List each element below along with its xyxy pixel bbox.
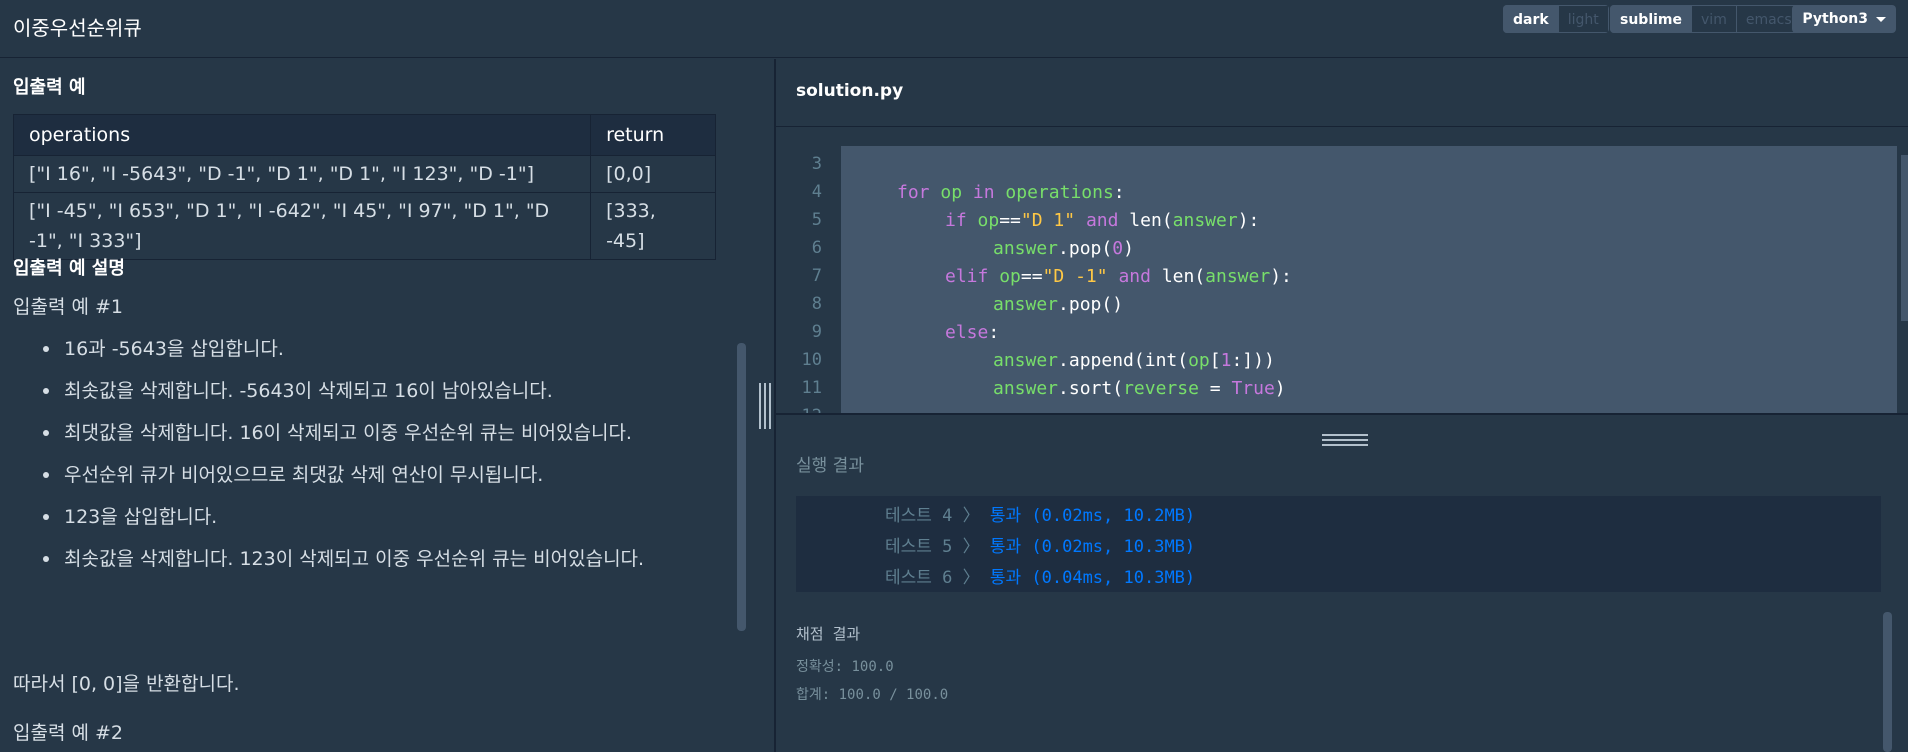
vertical-resize-handle[interactable]	[759, 383, 771, 429]
example-2-label: 입출력 예 #2	[13, 722, 124, 744]
test-result-row: 테스트 6 〉 통과 (0.04ms, 10.3MB)	[885, 568, 1196, 588]
accuracy-score: 정확성: 100.0	[796, 659, 894, 675]
io-example-table: operations return ["I 16", "I -5643", "D…	[12, 114, 716, 260]
line-number: 5	[811, 210, 822, 230]
example-1-steps: 16과 -5643을 삽입합니다. 최솟값을 삭제합니다. -5643이 삭제되…	[43, 337, 644, 589]
keymap-toggle: sublime vim emacs	[1610, 5, 1802, 33]
code-line-4: for op in operations:	[897, 182, 1125, 203]
run-result-title: 실행 결과	[796, 456, 864, 476]
file-tab-bar: solution.py	[776, 59, 1908, 127]
list-item: 최솟값을 삭제합니다. 123이 삭제되고 이중 우선순위 큐는 비어있습니다.	[43, 547, 644, 589]
code-line-6: answer.pop(0)	[993, 238, 1134, 259]
code-line-5: if op=="D 1" and len(answer):	[945, 210, 1260, 231]
grading-result-title: 채점 결과	[796, 625, 861, 643]
theme-dark-button[interactable]: dark	[1503, 5, 1559, 33]
total-score: 합계: 100.0 / 100.0	[796, 687, 949, 703]
keymap-vim-button[interactable]: vim	[1692, 5, 1737, 33]
description-scrollbar[interactable]	[737, 343, 746, 631]
language-dropdown[interactable]: Python3	[1792, 5, 1896, 33]
list-item: 우선순위 큐가 비어있으므로 최댓값 삭제 연산이 무시됩니다.	[43, 463, 644, 505]
editor-result-divider	[776, 413, 1908, 415]
theme-light-button[interactable]: light	[1558, 5, 1609, 33]
code-line-11: answer.sort(reverse = True)	[993, 378, 1286, 399]
example-1-label: 입출력 예 #1	[13, 296, 124, 318]
language-label: Python3	[1802, 11, 1868, 27]
line-number: 6	[811, 238, 822, 258]
table-row: ["I -45", "I 653", "D 1", "I -642", "I 4…	[12, 192, 716, 260]
io-explanation-heading: 입출력 예 설명	[13, 258, 125, 279]
code-editor[interactable]: 3 4 5 6 7 8 9 10 11 12 for op in operati…	[776, 128, 1908, 413]
editor-scrollbar[interactable]	[1901, 155, 1908, 321]
line-number: 12	[776, 406, 822, 413]
table-cell: [333, -45]	[590, 192, 716, 260]
io-example-heading: 입출력 예	[13, 77, 86, 98]
line-number: 4	[811, 182, 822, 202]
test-result-row: 테스트 4 〉 통과 (0.02ms, 10.2MB)	[885, 506, 1196, 526]
list-item: 최댓값을 삭제합니다. 16이 삭제되고 이중 우선순위 큐는 비어있습니다.	[43, 421, 644, 463]
table-cell: [0,0]	[590, 155, 716, 193]
table-header-return: return	[590, 114, 716, 156]
table-cell: ["I 16", "I -5643", "D -1", "D 1", "D 1"…	[12, 155, 592, 193]
example-1-result: 따라서 [0, 0]을 반환합니다.	[13, 673, 240, 695]
problem-title: 이중우선순위큐	[13, 16, 142, 40]
table-header-row: operations return	[12, 114, 716, 156]
editor-pane: solution.py 3 4 5 6 7 8 9 10 11 12 for o…	[776, 59, 1908, 752]
theme-toggle: dark light	[1503, 5, 1609, 33]
table-header-operations: operations	[12, 114, 592, 156]
top-header: 이중우선순위큐 dark light sublime vim emacs Pyt…	[0, 0, 1908, 58]
file-name: solution.py	[796, 81, 904, 101]
line-number: 11	[801, 378, 822, 398]
line-number: 10	[801, 350, 822, 370]
caret-down-icon	[1876, 17, 1886, 22]
code-line-8: answer.pop()	[993, 294, 1124, 315]
test-result-row: 테스트 5 〉 통과 (0.02ms, 10.3MB)	[885, 537, 1196, 557]
line-number: 8	[811, 294, 822, 314]
line-number: 9	[811, 322, 822, 342]
list-item: 16과 -5643을 삽입합니다.	[43, 337, 644, 379]
list-item: 최솟값을 삭제합니다. -5643이 삭제되고 16이 남아있습니다.	[43, 379, 644, 421]
list-item: 123을 삽입합니다.	[43, 505, 644, 547]
line-number: 7	[811, 266, 822, 286]
table-row: ["I 16", "I -5643", "D -1", "D 1", "D 1"…	[12, 155, 716, 193]
result-scrollbar[interactable]	[1883, 612, 1892, 752]
table-cell: ["I -45", "I 653", "D 1", "I -642", "I 4…	[12, 192, 592, 260]
line-number: 3	[811, 154, 822, 174]
keymap-sublime-button[interactable]: sublime	[1610, 5, 1693, 33]
horizontal-resize-handle[interactable]	[1322, 434, 1368, 446]
test-result-box: 테스트 4 〉 통과 (0.02ms, 10.2MB) 테스트 5 〉 통과 (…	[796, 496, 1881, 592]
code-line-10: answer.append(int(op[1:]))	[993, 350, 1275, 371]
code-line-7: elif op=="D -1" and len(answer):	[945, 266, 1292, 287]
code-line-9: else:	[945, 322, 1000, 343]
problem-description-pane: 입출력 예 operations return ["I 16", "I -564…	[0, 59, 774, 752]
